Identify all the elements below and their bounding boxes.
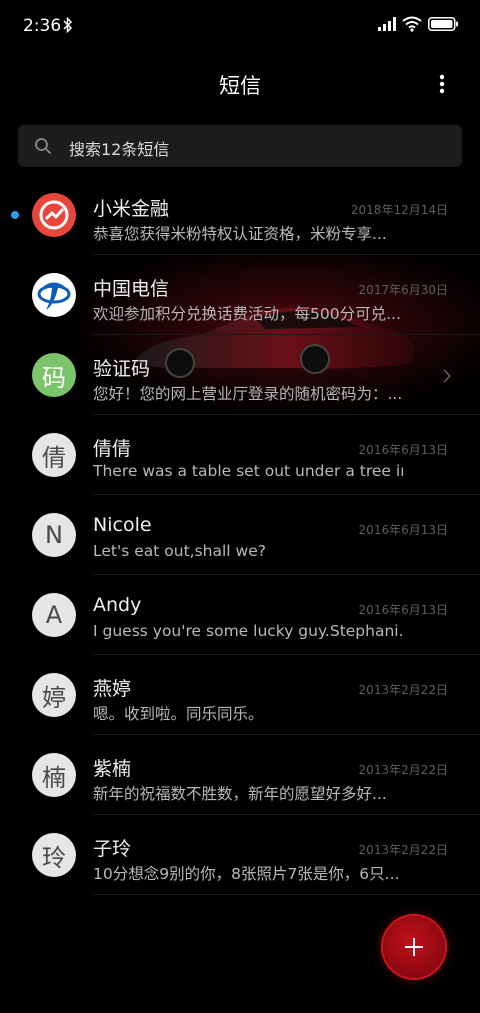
message-preview: 嗯。收到啦。同乐同乐。 <box>93 705 264 723</box>
message-preview: There was a table set out under a tree i… <box>93 462 403 480</box>
message-preview: Let's eat out,shall we? <box>93 542 266 560</box>
message-preview: 您好！您的网上营业厅登录的随机密码为：... <box>93 385 403 403</box>
signal-icon <box>378 17 396 31</box>
status-bar: 2:36 <box>0 0 480 52</box>
avatar: A <box>32 593 76 637</box>
bluetooth-icon <box>63 17 73 33</box>
contact-name: 燕婷 <box>93 678 132 700</box>
conversation-list: 小米金融 2018年12月14日 恭喜您获得米粉特权认证资格，米粉专享... 中… <box>0 175 480 895</box>
contact-name: Nicole <box>93 514 152 536</box>
conversation-row[interactable]: A Andy 2016年6月13日 I guess you're some lu… <box>0 575 480 655</box>
avatar: 婷 <box>32 673 76 717</box>
message-date: 2013年2月22日 <box>358 843 448 857</box>
battery-icon <box>428 17 458 31</box>
message-date: 2016年6月13日 <box>358 603 448 617</box>
avatar: 楠 <box>32 753 76 797</box>
plus-icon <box>405 938 423 956</box>
avatar-letter: 玲 <box>42 843 66 872</box>
avatar <box>32 273 76 317</box>
conversation-row-china-telecom[interactable]: 中国电信 2017年6月30日 欢迎参加积分兑换话费活动，每500分可兑... <box>0 255 480 335</box>
more-options-icon[interactable] <box>432 72 452 96</box>
message-preview: I guess you're some lucky guy.Stephani..… <box>93 622 403 640</box>
conversation-row[interactable]: N Nicole 2016年6月13日 Let's eat out,shall … <box>0 495 480 575</box>
conversation-row-verification[interactable]: 码 验证码 您好！您的网上营业厅登录的随机密码为：... <box>0 335 480 415</box>
avatar-letter: 倩 <box>42 443 66 472</box>
contact-name: 子玲 <box>93 838 132 860</box>
chevron-right-icon <box>443 369 452 383</box>
avatar-letter: N <box>45 521 63 549</box>
message-preview: 欢迎参加积分兑换话费活动，每500分可兑... <box>93 305 401 323</box>
contact-name: Andy <box>93 594 142 616</box>
contact-name: 小米金融 <box>93 198 170 220</box>
conversation-row[interactable]: 玲 子玲 2013年2月22日 10分想念9别的你，8张照片7张是你，6只... <box>0 815 480 895</box>
message-date: 2013年2月22日 <box>358 763 448 777</box>
mi-finance-logo-icon <box>39 200 69 230</box>
status-time: 2:36 <box>23 16 62 36</box>
avatar-letter: 码 <box>42 363 66 392</box>
contact-name: 中国电信 <box>93 278 170 300</box>
conversation-row[interactable]: 倩 倩倩 2016年6月13日 There was a table set ou… <box>0 415 480 495</box>
row-divider <box>93 894 480 895</box>
unread-dot <box>11 211 19 219</box>
new-message-button[interactable] <box>383 916 445 978</box>
avatar: 玲 <box>32 833 76 877</box>
message-preview: 新年的祝福数不胜数，新年的愿望好多好... <box>93 785 387 803</box>
search-placeholder: 搜索12条短信 <box>69 140 170 159</box>
contact-name: 验证码 <box>93 358 151 380</box>
wifi-icon <box>402 16 422 32</box>
china-telecom-logo-icon <box>37 282 71 310</box>
avatar-letter: A <box>45 601 63 629</box>
message-preview: 10分想念9别的你，8张照片7张是你，6只... <box>93 865 400 883</box>
conversation-row-mi-finance[interactable]: 小米金融 2018年12月14日 恭喜您获得米粉特权认证资格，米粉专享... <box>0 175 480 255</box>
message-date: 2016年6月13日 <box>358 523 448 537</box>
avatar: 码 <box>32 353 76 397</box>
message-preview: 恭喜您获得米粉特权认证资格，米粉专享... <box>93 225 387 243</box>
avatar-letter: 婷 <box>42 683 66 712</box>
search-icon <box>35 138 51 154</box>
avatar-letter: 楠 <box>42 763 66 792</box>
page-title: 短信 <box>219 74 261 98</box>
app-header: 短信 <box>0 62 480 106</box>
conversation-row[interactable]: 楠 紫楠 2013年2月22日 新年的祝福数不胜数，新年的愿望好多好... <box>0 735 480 815</box>
message-date: 2018年12月14日 <box>350 203 448 217</box>
avatar: N <box>32 513 76 557</box>
conversation-row[interactable]: 婷 燕婷 2013年2月22日 嗯。收到啦。同乐同乐。 <box>0 655 480 735</box>
message-date: 2013年2月22日 <box>358 683 448 697</box>
avatar <box>32 193 76 237</box>
contact-name: 紫楠 <box>93 758 132 780</box>
message-date: 2017年6月30日 <box>358 283 448 297</box>
avatar: 倩 <box>32 433 76 477</box>
message-date: 2016年6月13日 <box>358 443 448 457</box>
contact-name: 倩倩 <box>93 438 132 460</box>
search-bar[interactable]: 搜索12条短信 <box>18 125 462 167</box>
